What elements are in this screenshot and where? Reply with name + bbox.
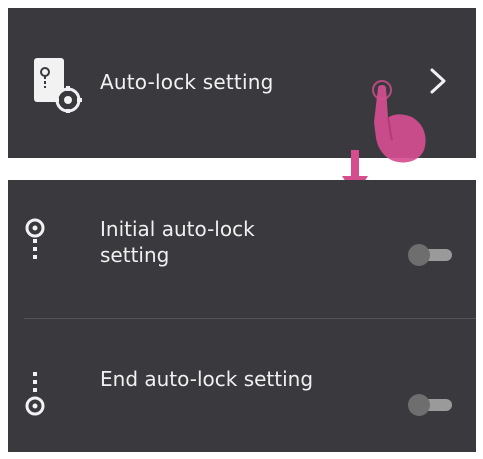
auto-lock-setting-label: Auto-lock setting — [100, 70, 274, 94]
initial-auto-lock-toggle[interactable] — [408, 244, 454, 266]
auto-lock-options-panel: Initial auto-lock setting End auto-lock … — [8, 180, 476, 452]
initial-auto-lock-label: Initial auto-lock setting — [100, 217, 255, 267]
toggle-knob — [408, 244, 430, 266]
toggle-knob — [408, 394, 430, 416]
end-auto-lock-label: End auto-lock setting — [100, 367, 314, 391]
auto-lock-setting-row[interactable]: Auto-lock setting — [8, 8, 476, 163]
lock-start-icon — [22, 216, 48, 276]
lock-end-icon — [22, 366, 48, 426]
screen: Auto-lock setting Initial auto-lock sett… — [0, 0, 483, 459]
chevron-right-icon[interactable] — [426, 64, 452, 98]
door-settings-icon — [30, 54, 86, 114]
end-auto-lock-toggle[interactable] — [408, 394, 454, 416]
row-divider — [24, 318, 476, 319]
